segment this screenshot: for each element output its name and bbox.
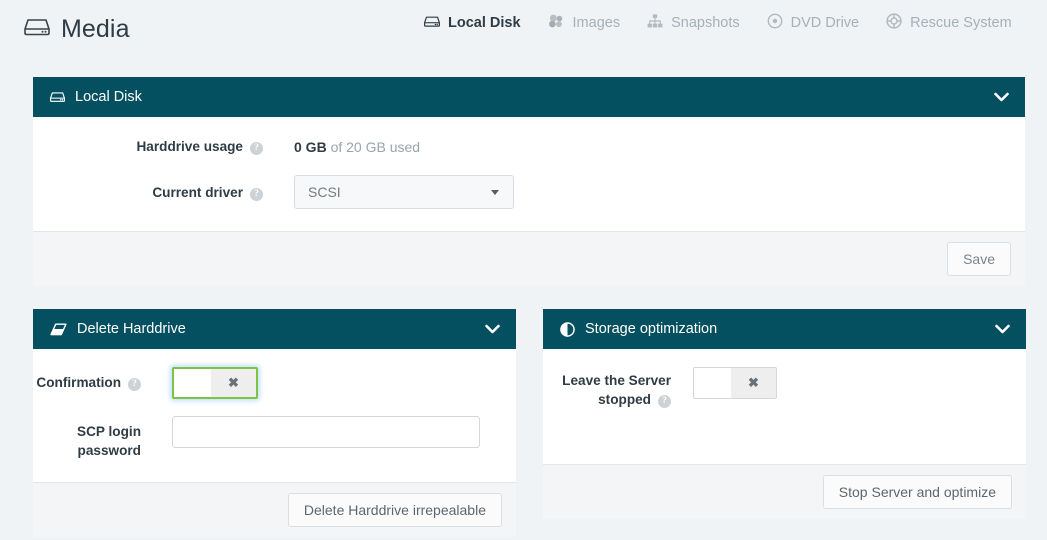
harddrive-usage-row: Harddrive usage? 0 GB of 20 GB used: [33, 137, 1025, 157]
lifering-icon: [886, 13, 902, 33]
help-icon[interactable]: ?: [128, 378, 141, 391]
leave-stopped-toggle-off-side[interactable]: ✖: [731, 368, 776, 398]
scp-password-row: SCP login password: [33, 416, 516, 460]
leave-stopped-label: Leave the Server stopped: [562, 373, 671, 407]
current-driver-row: Current driver? SCSI: [33, 175, 1025, 209]
current-driver-label: Current driver: [152, 185, 243, 200]
tab-local-disk[interactable]: Local Disk: [424, 15, 521, 32]
harddrive-usage-label-wrap: Harddrive usage?: [33, 137, 263, 156]
tab-dvd-drive[interactable]: DVD Drive: [767, 13, 859, 33]
tab-label: Snapshots: [671, 15, 740, 31]
help-icon[interactable]: ?: [250, 188, 263, 201]
delete-harddrive-panel-header[interactable]: Delete Harddrive: [33, 309, 516, 349]
disc-icon: [767, 13, 783, 33]
delete-harddrive-button[interactable]: Delete Harddrive irrepealable: [287, 493, 502, 527]
leave-stopped-row: Leave the Server stopped? ✖: [543, 367, 1026, 409]
sitemap-icon: [647, 14, 663, 32]
save-button[interactable]: Save: [947, 242, 1011, 276]
tab-label: Images: [572, 15, 621, 31]
help-icon[interactable]: ?: [658, 395, 671, 408]
confirmation-toggle-on-side[interactable]: [174, 369, 211, 397]
storage-optimization-panel-body: Leave the Server stopped? ✖: [543, 349, 1026, 464]
harddrive-usage-value: 0 GB of 20 GB used: [294, 137, 420, 157]
harddrive-icon: [424, 15, 440, 32]
delete-harddrive-panel: Delete Harddrive Confirmation? ✖ SCP log…: [33, 309, 516, 537]
stop-server-optimize-button[interactable]: Stop Server and optimize: [822, 475, 1012, 509]
top-bar: Media Local Disk Images Snapshots DVD Dr…: [0, 0, 1047, 58]
delete-harddrive-panel-body: Confirmation? ✖ SCP login password: [33, 349, 516, 482]
chevron-down-icon: [491, 189, 499, 195]
storage-optimization-panel-header[interactable]: Storage optimization: [543, 309, 1026, 349]
confirmation-toggle[interactable]: ✖: [172, 367, 258, 399]
scp-password-label: SCP login password: [77, 424, 141, 458]
tab-images[interactable]: Images: [548, 14, 621, 32]
tab-label: DVD Drive: [790, 15, 860, 31]
cubes-icon: [548, 14, 565, 32]
current-driver-label-wrap: Current driver?: [33, 175, 263, 202]
harddrive-usage-used: 0 GB: [294, 139, 327, 155]
local-disk-panel: Local Disk Harddrive usage? 0 GB of 20 G…: [33, 77, 1025, 286]
adjust-icon: [560, 321, 575, 337]
current-driver-value: SCSI: [308, 184, 341, 200]
confirmation-label: Confirmation: [36, 375, 121, 390]
panel-title: Local Disk: [75, 89, 142, 105]
leave-stopped-label-wrap: Leave the Server stopped?: [543, 367, 671, 409]
help-icon[interactable]: ?: [250, 142, 263, 155]
leave-stopped-toggle-on-side[interactable]: [694, 368, 731, 398]
confirmation-row: Confirmation? ✖: [33, 367, 516, 402]
page-title: Media: [24, 15, 130, 44]
delete-harddrive-panel-footer: Delete Harddrive irrepealable: [33, 482, 516, 537]
tab-snapshots[interactable]: Snapshots: [647, 14, 740, 32]
panel-title: Delete Harddrive: [77, 321, 186, 337]
storage-optimization-panel: Storage optimization Leave the Server st…: [543, 309, 1026, 519]
chevron-down-icon[interactable]: [995, 324, 1010, 334]
scp-password-input[interactable]: [172, 416, 480, 448]
tab-label: Local Disk: [448, 15, 521, 31]
tab-rescue-system[interactable]: Rescue System: [886, 13, 1012, 33]
harddrive-icon: [24, 15, 50, 44]
local-disk-panel-footer: Save: [33, 231, 1025, 286]
local-disk-panel-header[interactable]: Local Disk: [33, 77, 1025, 117]
chevron-down-icon[interactable]: [994, 92, 1009, 102]
current-driver-select[interactable]: SCSI: [294, 175, 514, 209]
confirmation-label-wrap: Confirmation?: [33, 367, 141, 392]
local-disk-panel-body: Harddrive usage? 0 GB of 20 GB used Curr…: [33, 117, 1025, 231]
harddrive-usage-total: of 20 GB used: [330, 139, 421, 155]
panel-title: Storage optimization: [585, 321, 718, 337]
harddrive-usage-label: Harddrive usage: [136, 139, 243, 154]
nav-tabs: Local Disk Images Snapshots DVD Drive Re…: [424, 13, 1012, 33]
leave-stopped-toggle[interactable]: ✖: [693, 367, 777, 399]
harddrive-icon: [50, 91, 65, 103]
chevron-down-icon[interactable]: [485, 324, 500, 334]
tab-label: Rescue System: [910, 15, 1012, 31]
confirmation-toggle-off-side[interactable]: ✖: [211, 369, 256, 397]
eraser-icon: [50, 323, 67, 336]
storage-optimization-panel-footer: Stop Server and optimize: [543, 464, 1026, 519]
page-title-text: Media: [61, 14, 130, 43]
